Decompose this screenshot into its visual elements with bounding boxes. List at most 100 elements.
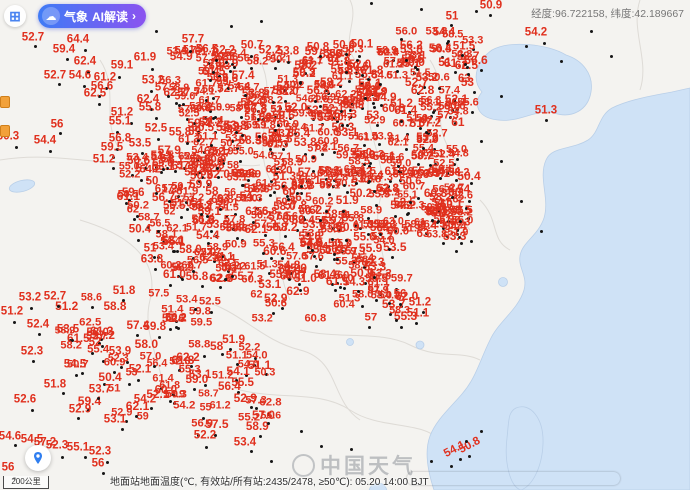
station-temp-label: 56.5	[150, 219, 171, 230]
station-dot	[225, 61, 228, 64]
station-dot	[420, 8, 423, 11]
locate-me-button[interactable]	[25, 445, 51, 471]
apps-grid-button[interactable]: ⊞	[4, 5, 26, 27]
station-temp-label: 59.5	[190, 318, 212, 329]
station-temp-label: 53.2	[142, 75, 164, 87]
station-temp-label: 59.9	[296, 172, 317, 183]
station-dot	[75, 374, 78, 377]
station-temp-label: 56.2	[370, 223, 392, 235]
station-temp-label: 52.9	[69, 404, 91, 416]
station-dot	[260, 20, 263, 23]
station-dot	[590, 30, 593, 33]
station-temp-label: 52.2	[379, 188, 400, 199]
station-temp-label: 57	[394, 201, 406, 212]
station-temp-label: 52.7	[426, 129, 447, 140]
top-toolbar: ⊞ ☁ 气象 AI解读 ›	[4, 4, 146, 28]
station-temp-label: 52.3	[21, 346, 43, 358]
station-dot	[540, 230, 543, 233]
station-temp-label: 60.4	[214, 253, 236, 264]
station-dot	[250, 55, 253, 58]
station-temp-label: 51	[215, 201, 227, 212]
station-dot	[560, 60, 563, 63]
station-temp-label: 51.6	[162, 313, 185, 325]
station-dot	[61, 456, 64, 459]
station-temp-label: 56	[2, 462, 15, 474]
station-temp-label: 50.4	[98, 371, 121, 383]
station-temp-label: 52.5	[145, 123, 167, 135]
station-temp-label: 58.6	[314, 81, 335, 92]
station-dot	[475, 10, 478, 13]
station-dot	[155, 30, 158, 33]
station-dot	[230, 25, 233, 28]
station-temp-label: 50.4	[129, 224, 151, 236]
station-temp-label: 56.6	[247, 184, 269, 195]
station-temp-label: 52.3	[89, 446, 111, 458]
station-temp-label: 62.0	[201, 103, 222, 114]
station-temp-label: 58.2	[274, 222, 297, 234]
station-temp-label: 54.0	[373, 236, 394, 247]
station-dot	[13, 321, 16, 324]
station-temp-label: 63.0	[270, 165, 292, 176]
station-temp-label: 55.1	[109, 116, 131, 128]
station-temp-label: 56.6	[237, 53, 259, 64]
station-dot	[471, 111, 474, 114]
station-temp-label: 59.0	[293, 109, 314, 120]
station-temp-label: 52.5	[199, 296, 221, 307]
station-temp-label: 54.4	[196, 229, 219, 241]
station-temp-label: 62.7	[421, 115, 442, 126]
station-dot	[168, 200, 171, 203]
station-dot	[480, 69, 483, 72]
station-temp-label: 58.9	[169, 83, 189, 94]
station-dot	[465, 440, 468, 443]
station-temp-label: 59.4	[53, 44, 75, 56]
station-temp-label: 56.2	[450, 208, 472, 219]
station-temp-label: 55.3	[253, 238, 275, 249]
station-temp-label: 56.4	[429, 43, 452, 55]
station-temp-label: 61	[451, 117, 464, 129]
station-dot	[239, 160, 242, 163]
station-temp-label: 56.9	[248, 90, 270, 101]
station-dot	[430, 460, 433, 463]
station-dot	[66, 58, 69, 61]
station-dot	[284, 235, 287, 238]
station-temp-label: 51	[446, 11, 459, 23]
station-temp-label: 52.6	[14, 394, 36, 406]
station-temp-label: 58.7	[198, 389, 219, 400]
station-temp-label: 55.1	[191, 202, 213, 213]
station-temp-label: 61.5	[244, 262, 265, 273]
station-temp-label: 60	[282, 186, 295, 198]
station-temp-label: 56.4	[218, 381, 241, 393]
scale-label: 200公里	[11, 478, 40, 486]
station-dot	[57, 305, 60, 308]
station-dot	[370, 2, 373, 5]
station-dot	[361, 74, 364, 77]
station-temp-label: 63.8	[141, 254, 163, 266]
station-temp-label: 57.2	[307, 143, 328, 154]
station-temp-label: 54.4	[34, 135, 56, 147]
station-temp-label: 53.8	[426, 230, 447, 241]
cloud-icon: ☁	[42, 7, 60, 25]
station-temp-label: 53.1	[427, 168, 450, 180]
station-temp-label: 54.2	[134, 394, 156, 406]
station-temp-label: 60.8	[304, 314, 326, 325]
station-temp-label: 56.0	[395, 26, 417, 37]
station-temp-label: 60.4	[333, 300, 354, 311]
warning-badge-icon	[0, 125, 10, 137]
station-temp-label: 59	[137, 411, 149, 422]
station-temp-label: 51.5	[271, 134, 292, 145]
station-temp-label: 61.2	[210, 400, 231, 411]
station-temp-label: 53.5	[57, 324, 79, 336]
station-temp-label: 52.2	[194, 430, 216, 442]
station-temp-label: 52.3	[46, 440, 68, 452]
station-dot	[400, 38, 403, 41]
station-dot	[162, 168, 165, 171]
station-temp-label: 61.0	[358, 132, 379, 143]
station-dot	[205, 446, 208, 449]
station-dot	[336, 258, 339, 261]
station-temp-label: 53.2	[252, 314, 273, 325]
weather-ai-button[interactable]: ☁ 气象 AI解读 ›	[38, 4, 146, 28]
station-dot	[480, 140, 483, 143]
map-scale-bar: 200公里	[3, 476, 49, 489]
station-temp-label: 54.3	[343, 277, 365, 289]
station-dot	[236, 237, 239, 240]
